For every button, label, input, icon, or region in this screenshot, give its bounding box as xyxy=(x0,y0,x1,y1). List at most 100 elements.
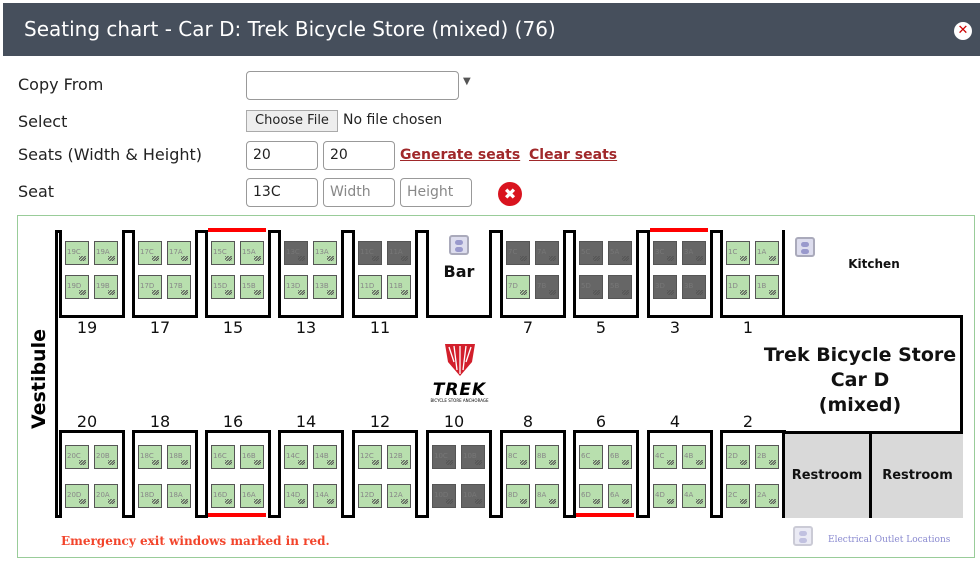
seat-12B[interactable]: 12B xyxy=(387,445,411,469)
select-label: Select xyxy=(18,112,68,131)
seat-2D[interactable]: 2D xyxy=(726,445,750,469)
compartment-15: 15C 15A 15D 15B xyxy=(205,230,271,318)
seat-14D[interactable]: 14D xyxy=(284,484,308,508)
seat-16A[interactable]: 16A xyxy=(240,484,264,508)
seat-15B[interactable]: 15B xyxy=(240,275,264,299)
bar-label: Bar xyxy=(443,262,475,281)
seat-11A[interactable]: 11A xyxy=(387,241,411,265)
seat-14C[interactable]: 14C xyxy=(284,445,308,469)
seat-2B[interactable]: 2B xyxy=(755,445,779,469)
seat-11C[interactable]: 11C xyxy=(358,241,382,265)
seat-8C[interactable]: 8C xyxy=(506,445,530,469)
seat-5A[interactable]: 5A xyxy=(608,241,632,265)
seat-7D[interactable]: 7D xyxy=(506,275,530,299)
close-icon[interactable]: ✕ xyxy=(954,22,972,40)
seat-18C[interactable]: 18C xyxy=(138,445,162,469)
seat-4A[interactable]: 4A xyxy=(682,484,706,508)
seat-20A[interactable]: 20A xyxy=(94,484,118,508)
chevron-down-icon[interactable]: ▼ xyxy=(463,76,471,87)
seat-17D[interactable]: 17D xyxy=(138,275,162,299)
seat-width-input[interactable]: Width xyxy=(323,178,395,207)
seat-16D[interactable]: 16D xyxy=(211,484,235,508)
seat-19C[interactable]: 19C xyxy=(65,241,89,265)
generate-seats-link[interactable]: Generate seats xyxy=(400,147,520,163)
seat-7C[interactable]: 7C xyxy=(506,241,530,265)
seat-1A[interactable]: 1A xyxy=(755,241,779,265)
seat-7A[interactable]: 7A xyxy=(535,241,559,265)
seat-15A[interactable]: 15A xyxy=(240,241,264,265)
emergency-exit-marker xyxy=(208,513,266,517)
logo-subtext: BICYCLE STORE ANCHORAGE xyxy=(430,398,489,403)
seat-16C[interactable]: 16C xyxy=(211,445,235,469)
delete-seat-icon[interactable]: ✖ xyxy=(498,182,522,206)
clear-seats-link[interactable]: Clear seats xyxy=(529,147,617,163)
seat-11D[interactable]: 11D xyxy=(358,275,382,299)
seat-1C[interactable]: 1C xyxy=(726,241,750,265)
restroom-1: Restroom xyxy=(782,431,872,518)
seat-7B[interactable]: 7B xyxy=(535,275,559,299)
seat-10D[interactable]: 10D xyxy=(432,484,456,508)
seat-11B[interactable]: 11B xyxy=(387,275,411,299)
seat-6D[interactable]: 6D xyxy=(579,484,603,508)
seat-20D[interactable]: 20D xyxy=(65,484,89,508)
seat-2C[interactable]: 2C xyxy=(726,484,750,508)
compartment-number: 15 xyxy=(222,318,244,337)
seat-10A[interactable]: 10A xyxy=(461,484,485,508)
seats-height-input[interactable]: 20 xyxy=(323,141,395,170)
seat-3A[interactable]: 3A xyxy=(682,241,706,265)
file-status: No file chosen xyxy=(343,112,443,128)
seat-8A[interactable]: 8A xyxy=(535,484,559,508)
seat-1B[interactable]: 1B xyxy=(755,275,779,299)
seat-19A[interactable]: 19A xyxy=(94,241,118,265)
seat-2A[interactable]: 2A xyxy=(755,484,779,508)
seat-14A[interactable]: 14A xyxy=(313,484,337,508)
choose-file-button[interactable]: Choose File xyxy=(246,110,338,132)
seat-input[interactable]: 13C xyxy=(246,178,318,207)
copy-from-select[interactable] xyxy=(246,71,459,100)
seat-20C[interactable]: 20C xyxy=(65,445,89,469)
seat-10B[interactable]: 10B xyxy=(461,445,485,469)
seat-17C[interactable]: 17C xyxy=(138,241,162,265)
seat-8B[interactable]: 8B xyxy=(535,445,559,469)
seat-18A[interactable]: 18A xyxy=(167,484,191,508)
seat-17A[interactable]: 17A xyxy=(167,241,191,265)
seat-15D[interactable]: 15D xyxy=(211,275,235,299)
seat-6B[interactable]: 6B xyxy=(608,445,632,469)
kitchen: Kitchen xyxy=(782,230,963,318)
seat-18D[interactable]: 18D xyxy=(138,484,162,508)
seat-6A[interactable]: 6A xyxy=(608,484,632,508)
seat-3D[interactable]: 3D xyxy=(653,275,677,299)
seat-8D[interactable]: 8D xyxy=(506,484,530,508)
seat-13C[interactable]: 13C xyxy=(284,241,308,265)
seat-15C[interactable]: 15C xyxy=(211,241,235,265)
seat-13B[interactable]: 13B xyxy=(313,275,337,299)
seat-1D[interactable]: 1D xyxy=(726,275,750,299)
seat-5B[interactable]: 5B xyxy=(608,275,632,299)
seat-10C[interactable]: 10C xyxy=(432,445,456,469)
seat-13A[interactable]: 13A xyxy=(313,241,337,265)
seat-4B[interactable]: 4B xyxy=(682,445,706,469)
seat-4C[interactable]: 4C xyxy=(653,445,677,469)
seats-size-label: Seats (Width & Height) xyxy=(18,145,203,164)
seat-20B[interactable]: 20B xyxy=(94,445,118,469)
seat-19D[interactable]: 19D xyxy=(65,275,89,299)
seat-14B[interactable]: 14B xyxy=(313,445,337,469)
seat-12C[interactable]: 12C xyxy=(358,445,382,469)
seat-16B[interactable]: 16B xyxy=(240,445,264,469)
seat-4D[interactable]: 4D xyxy=(653,484,677,508)
seat-6C[interactable]: 6C xyxy=(579,445,603,469)
car-title-line3: (mixed) xyxy=(818,394,902,416)
seat-12D[interactable]: 12D xyxy=(358,484,382,508)
seat-5C[interactable]: 5C xyxy=(579,241,603,265)
seat-17B[interactable]: 17B xyxy=(167,275,191,299)
seat-5D[interactable]: 5D xyxy=(579,275,603,299)
seat-3B[interactable]: 3B xyxy=(682,275,706,299)
compartment-5: 5C 5A 5D 5B xyxy=(573,230,639,318)
seat-13D[interactable]: 13D xyxy=(284,275,308,299)
seat-3C[interactable]: 3C xyxy=(653,241,677,265)
seat-18B[interactable]: 18B xyxy=(167,445,191,469)
seats-width-input[interactable]: 20 xyxy=(246,141,318,170)
seat-height-input[interactable]: Height xyxy=(400,178,472,207)
seat-12A[interactable]: 12A xyxy=(387,484,411,508)
seat-19B[interactable]: 19B xyxy=(94,275,118,299)
